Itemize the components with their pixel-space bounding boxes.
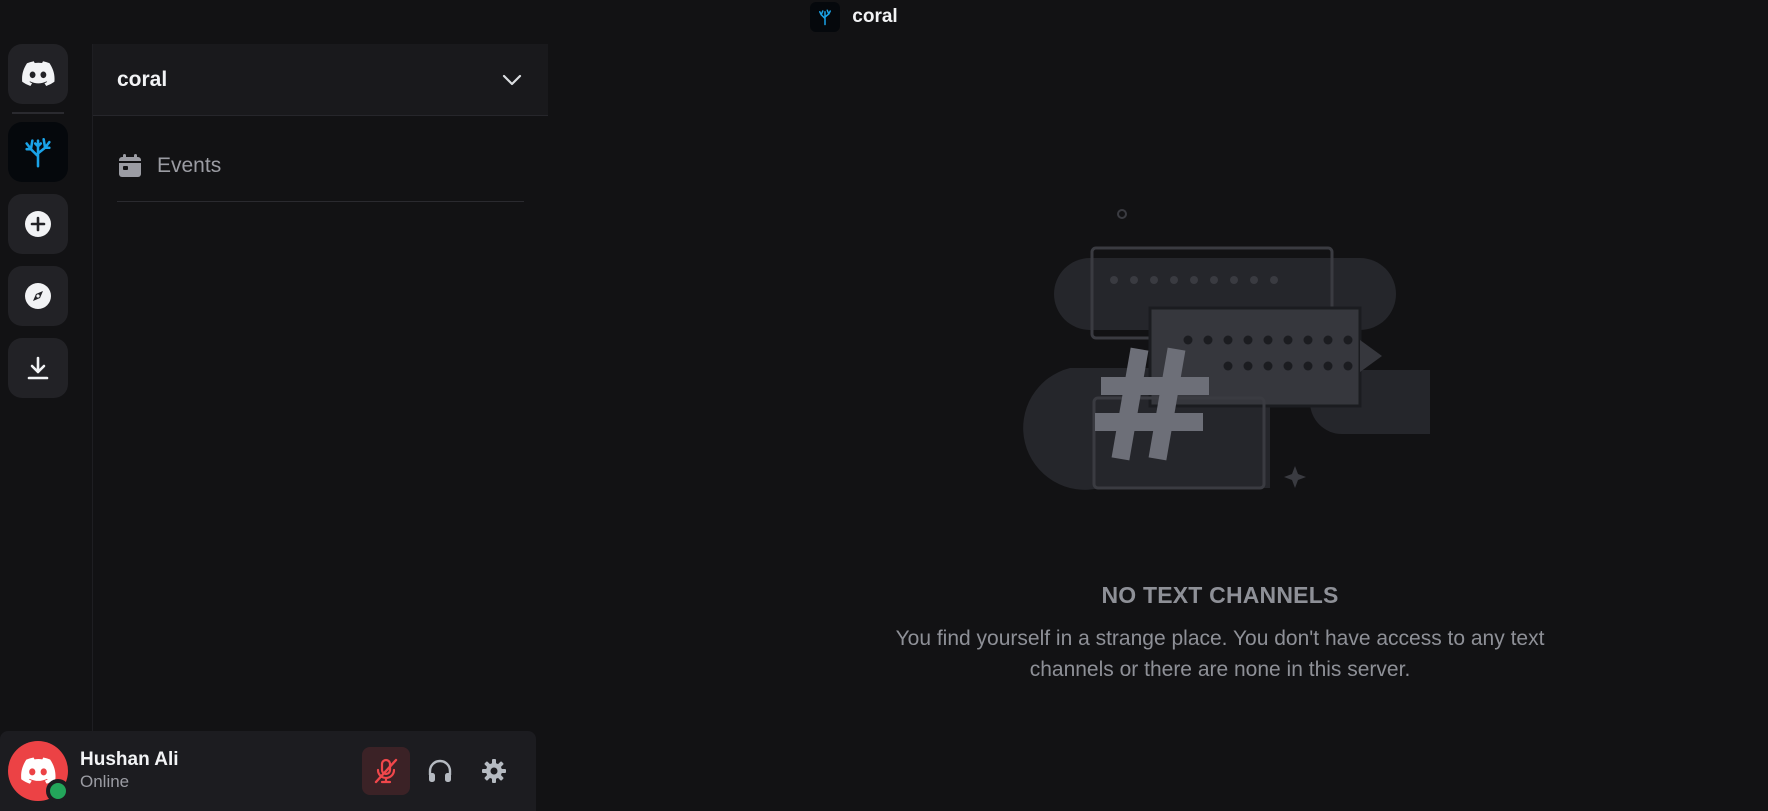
discover-button[interactable] bbox=[8, 266, 68, 326]
user-info[interactable]: Hushan Ali Online bbox=[80, 749, 362, 792]
gear-icon bbox=[482, 759, 506, 783]
empty-title: NO TEXT CHANNELS bbox=[1101, 582, 1339, 608]
guild-header[interactable]: coral bbox=[93, 44, 548, 116]
guild-name: coral bbox=[117, 67, 168, 91]
plus-circle-icon bbox=[25, 211, 51, 237]
compass-icon bbox=[25, 283, 51, 309]
title-group: coral bbox=[810, 2, 898, 32]
headphones-icon bbox=[428, 759, 452, 782]
server-rail bbox=[8, 44, 68, 398]
coral-server-icon bbox=[810, 2, 841, 32]
deafen-button[interactable] bbox=[416, 747, 464, 795]
user-controls bbox=[362, 747, 518, 795]
events-item[interactable]: Events bbox=[117, 130, 524, 202]
user-panel: Hushan Ali Online bbox=[0, 731, 536, 811]
events-label: Events bbox=[157, 153, 222, 177]
download-icon bbox=[27, 356, 49, 380]
chevron-down-icon bbox=[502, 74, 522, 85]
user-avatar[interactable] bbox=[8, 741, 70, 803]
discord-logo-icon bbox=[22, 61, 55, 86]
online-status-indicator bbox=[46, 779, 70, 803]
username: Hushan Ali bbox=[80, 749, 179, 771]
coral-tree-icon bbox=[25, 137, 51, 168]
channel-sidebar: coral Events bbox=[92, 44, 548, 811]
add-server-button[interactable] bbox=[8, 194, 68, 254]
empty-state: NO TEXT CHANNELS You find yourself in a … bbox=[890, 200, 1550, 685]
user-settings-button[interactable] bbox=[470, 747, 518, 795]
unmute-microphone-button[interactable] bbox=[362, 747, 410, 795]
microphone-slash-icon bbox=[374, 758, 398, 784]
no-channels-illustration bbox=[1023, 209, 1430, 490]
user-status: Online bbox=[80, 772, 130, 792]
rail-divider bbox=[12, 112, 64, 114]
direct-messages-button[interactable] bbox=[8, 44, 68, 104]
server-coral-button[interactable] bbox=[8, 122, 68, 182]
download-apps-button[interactable] bbox=[8, 338, 68, 398]
window-title: coral bbox=[852, 6, 898, 27]
empty-description: You find yourself in a strange place. Yo… bbox=[895, 627, 1545, 681]
discord-app: coral coral Events Hushan Ali Online NO … bbox=[0, 0, 1768, 811]
calendar-icon bbox=[119, 153, 141, 177]
title-bar: coral bbox=[0, 0, 1768, 34]
